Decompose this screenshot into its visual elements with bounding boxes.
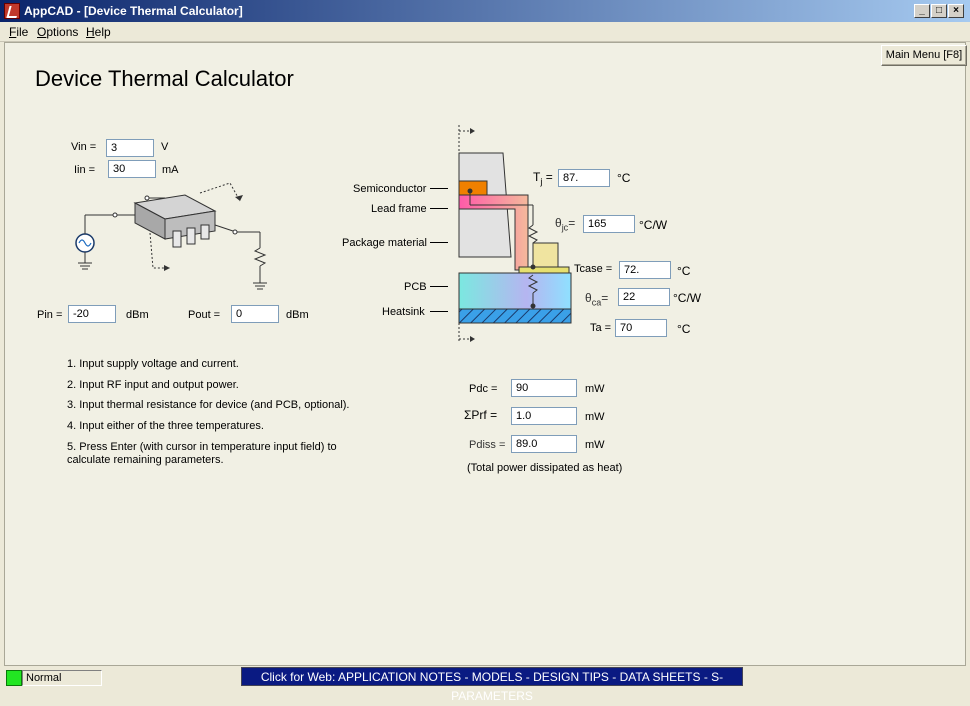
amplifier-circuit-diagram bbox=[75, 182, 267, 290]
lead-frame-arrow-icon bbox=[430, 208, 448, 209]
page-title: Device Thermal Calculator bbox=[35, 66, 294, 91]
prf-input[interactable]: 1.0 bbox=[511, 407, 577, 425]
pdc-input[interactable]: 90 bbox=[511, 379, 577, 397]
pdiss-label: Pdiss = bbox=[469, 439, 506, 451]
power-note: (Total power dissipated as heat) bbox=[467, 462, 623, 474]
title-bar: AppCAD - [Device Thermal Calculator] _ □… bbox=[0, 0, 970, 22]
pout-unit: dBm bbox=[286, 309, 309, 321]
theta-jc-unit: °C/W bbox=[639, 218, 668, 232]
vin-unit: V bbox=[161, 141, 169, 153]
tj-unit: °C bbox=[617, 171, 631, 185]
theta-jc-label: θjc= bbox=[555, 216, 576, 233]
step-1: 1. Input supply voltage and current. bbox=[67, 358, 239, 370]
status-led-icon bbox=[6, 670, 22, 686]
tj-label: Tj = bbox=[533, 170, 553, 187]
status-mode: Normal bbox=[22, 670, 102, 686]
pcb-arrow-icon bbox=[430, 286, 448, 287]
pdiss-output: 89.0 bbox=[511, 435, 577, 453]
tcase-unit: °C bbox=[677, 264, 691, 278]
menu-bar: File Options Help bbox=[0, 22, 970, 42]
theta-ca-label: θca= bbox=[585, 291, 609, 308]
client-area: Main Menu [F8] Device Thermal Calculator… bbox=[4, 42, 967, 666]
web-links-banner[interactable]: Click for Web: APPLICATION NOTES - MODEL… bbox=[241, 667, 743, 703]
prf-unit: mW bbox=[585, 411, 605, 423]
menu-options[interactable]: Options bbox=[37, 25, 78, 39]
ta-input[interactable]: 70 bbox=[615, 319, 667, 337]
step-5: 5. Press Enter (with cursor in temperatu… bbox=[67, 441, 337, 453]
pcb-label: PCB bbox=[404, 281, 427, 293]
window-title: AppCAD - [Device Thermal Calculator] bbox=[24, 4, 243, 18]
tcase-label: Tcase = bbox=[574, 263, 613, 275]
maximize-button[interactable]: □ bbox=[931, 4, 947, 18]
menu-file[interactable]: File bbox=[9, 25, 28, 39]
tcase-input[interactable]: 72. bbox=[619, 261, 671, 279]
semiconductor-label: Semiconductor bbox=[353, 183, 427, 195]
pdc-label: Pdc = bbox=[469, 383, 498, 395]
theta-ca-unit: °C/W bbox=[673, 291, 702, 305]
semiconductor-arrow-icon bbox=[430, 188, 448, 189]
minimize-button[interactable]: _ bbox=[914, 4, 930, 18]
vin-input[interactable]: 3 bbox=[106, 139, 154, 157]
appcad-logo-icon bbox=[4, 3, 20, 19]
close-button[interactable]: × bbox=[948, 4, 964, 18]
ta-label: Ta = bbox=[590, 322, 612, 334]
pin-label: Pin = bbox=[37, 309, 63, 321]
pout-label: Pout = bbox=[188, 309, 221, 321]
tj-input[interactable]: 87. bbox=[558, 169, 610, 187]
pdiss-unit: mW bbox=[585, 439, 605, 451]
main-menu-button[interactable]: Main Menu [F8] bbox=[881, 45, 967, 66]
menu-help[interactable]: Help bbox=[86, 25, 111, 39]
heatsink-arrow-icon bbox=[430, 311, 448, 312]
pin-unit: dBm bbox=[126, 309, 149, 321]
pin-input[interactable]: -20 bbox=[68, 305, 116, 323]
step-4: 4. Input either of the three temperature… bbox=[67, 420, 264, 432]
step-2: 2. Input RF input and output power. bbox=[67, 379, 239, 391]
package-material-label: Package material bbox=[342, 237, 427, 249]
theta-jc-input[interactable]: 165 bbox=[583, 215, 635, 233]
step-5-cont: calculate remaining parameters. bbox=[67, 454, 224, 466]
package-material-arrow-icon bbox=[430, 242, 448, 243]
ta-unit: °C bbox=[677, 322, 691, 336]
pdc-unit: mW bbox=[585, 383, 605, 395]
thermal-stack-diagram bbox=[458, 125, 572, 343]
theta-ca-input[interactable]: 22 bbox=[618, 288, 670, 306]
prf-label: ΣPrf = bbox=[464, 408, 498, 422]
pout-input[interactable]: 0 bbox=[231, 305, 279, 323]
vin-label: Vin = bbox=[71, 141, 97, 153]
step-3: 3. Input thermal resistance for device (… bbox=[67, 399, 350, 411]
lead-frame-label: Lead frame bbox=[371, 203, 427, 215]
heatsink-label: Heatsink bbox=[382, 306, 425, 318]
